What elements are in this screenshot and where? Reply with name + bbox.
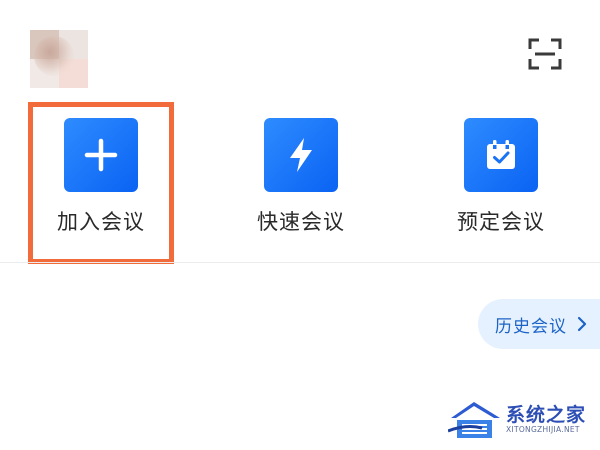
scan-icon <box>528 38 562 70</box>
chevron-right-icon <box>577 316 587 332</box>
quick-meeting-tile <box>264 118 338 192</box>
schedule-meeting-tile <box>464 118 538 192</box>
highlight-box <box>28 102 174 264</box>
calendar-check-icon <box>487 140 515 169</box>
schedule-meeting-label: 预定会议 <box>457 210 545 234</box>
history-meetings-button[interactable]: 历史会议 <box>478 299 600 349</box>
divider <box>0 262 600 263</box>
lightning-icon <box>290 138 312 172</box>
history-meetings-label: 历史会议 <box>495 316 567 337</box>
avatar-image <box>34 36 74 76</box>
watermark-title: 系统之家 <box>506 404 587 426</box>
scan-button[interactable] <box>528 38 562 70</box>
watermark-subtitle: XITONGZHIJIA.NET <box>506 425 580 434</box>
quick-meeting-label: 快速会议 <box>257 210 345 234</box>
house-logo-icon <box>448 402 500 438</box>
quick-meeting-button[interactable]: 快速会议 <box>231 118 371 236</box>
schedule-meeting-button[interactable]: 预定会议 <box>431 118 571 236</box>
watermark: 系统之家 XITONGZHIJIA.NET <box>448 398 596 444</box>
avatar[interactable] <box>30 30 88 88</box>
